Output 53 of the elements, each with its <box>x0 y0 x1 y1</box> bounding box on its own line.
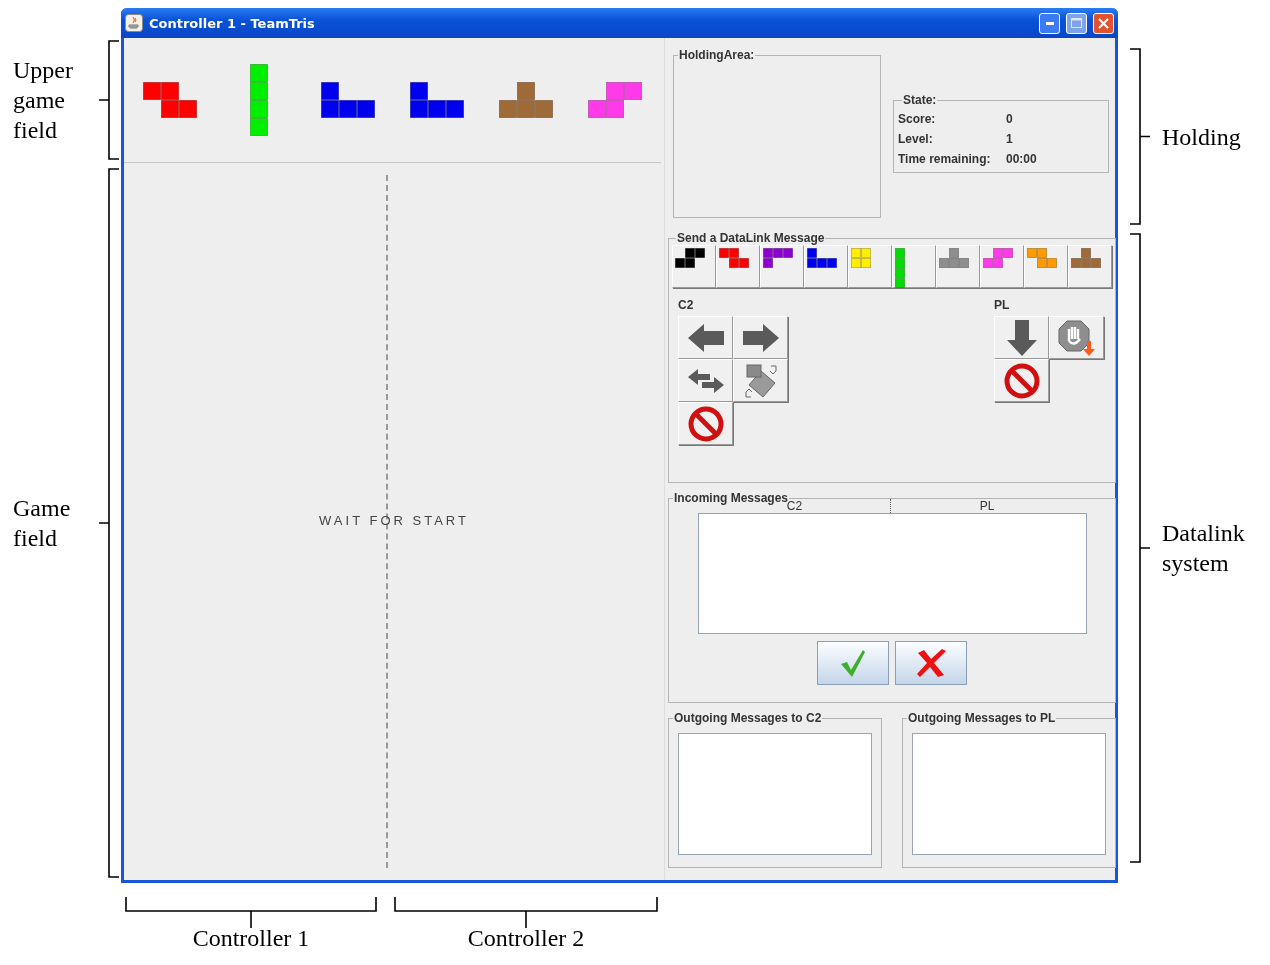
app-icon <box>125 14 143 32</box>
piece-button[interactable] <box>672 245 716 288</box>
right-arrow-icon <box>740 321 781 354</box>
state-label: Time remaining: <box>898 151 992 168</box>
window-title: Controller 1 - TeamTris <box>149 15 316 31</box>
cancel-button[interactable] <box>994 359 1049 402</box>
minimize-icon <box>1045 21 1054 25</box>
state-value: 0 <box>1006 111 1014 128</box>
reject-button[interactable] <box>895 641 967 685</box>
group-label: PL <box>994 298 1011 312</box>
move-right-button[interactable] <box>733 316 788 359</box>
annotation-label: Game field <box>13 494 72 553</box>
maximize-button[interactable] <box>1066 12 1087 34</box>
drop-button[interactable] <box>994 316 1049 359</box>
stop-hand-icon <box>1056 318 1097 357</box>
group-label: C2 <box>678 298 695 312</box>
close-button[interactable] <box>1093 12 1114 34</box>
message-list[interactable] <box>678 733 872 855</box>
minimize-button[interactable] <box>1039 12 1060 34</box>
panel-title: State: <box>902 93 938 107</box>
panel-title: Outgoing Messages to PL <box>907 711 1057 725</box>
panel-title: HoldingArea: <box>678 48 756 62</box>
annotation-label: Upper game field <box>13 56 74 145</box>
message-list[interactable] <box>697 513 1087 634</box>
hold-button[interactable] <box>1049 316 1104 359</box>
panel-title: Send a DataLink Message <box>676 231 826 245</box>
state-value: 1 <box>1006 131 1014 148</box>
annotation-label: Controller 2 <box>467 924 585 953</box>
state-label: Level: <box>898 131 934 148</box>
cross-icon <box>914 647 948 679</box>
cancel-button[interactable] <box>678 402 733 445</box>
move-left-button[interactable] <box>678 316 733 359</box>
prohibited-icon <box>687 405 724 442</box>
panel-title: Outgoing Messages to C2 <box>673 711 823 725</box>
game-status: WAIT FOR START <box>318 513 470 528</box>
piece-button[interactable] <box>760 245 804 288</box>
column-header: PL <box>978 499 996 513</box>
close-icon <box>1098 17 1109 29</box>
swap-button[interactable] <box>678 359 733 402</box>
rotate-button[interactable] <box>733 359 788 402</box>
annotation-label: Holding <box>1162 122 1242 152</box>
state-label: Score: <box>898 111 937 128</box>
annotation-label: Controller 1 <box>192 924 310 953</box>
panel-title: Incoming Messages <box>673 491 789 505</box>
down-arrow-icon <box>1004 317 1039 358</box>
state-value: 00:00 <box>1006 151 1038 168</box>
accept-button[interactable] <box>817 641 889 685</box>
maximize-icon <box>1071 18 1082 28</box>
message-list[interactable] <box>912 733 1106 855</box>
annotation-label: Datalink system <box>1162 519 1246 578</box>
prohibited-icon <box>1003 362 1040 399</box>
piece-button[interactable] <box>804 245 848 288</box>
checkmark-icon <box>839 648 867 678</box>
